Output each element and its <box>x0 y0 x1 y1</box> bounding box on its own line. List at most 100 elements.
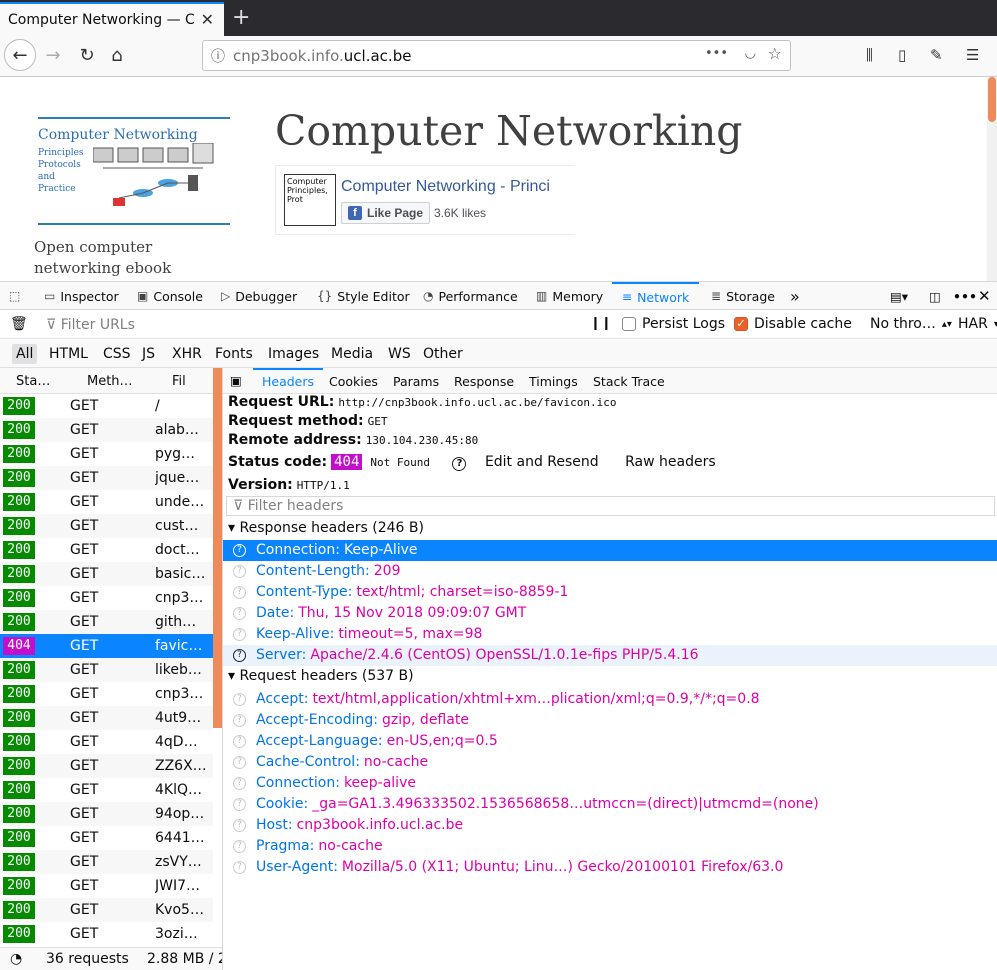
header-help-icon[interactable]: ? <box>233 735 246 748</box>
book-logo[interactable]: Computer Networking Principles Protocols a… <box>38 117 230 225</box>
type-filter-media[interactable]: Media <box>331 346 373 362</box>
tab-stack-trace[interactable]: Stack Trace <box>593 374 665 389</box>
header-row[interactable]: ? User-Agent: Mozilla/5.0 (X11; Ubuntu; Li… <box>223 857 997 878</box>
header-row[interactable]: ? Host: cnp3book.info.ucl.ac.be <box>223 815 997 836</box>
table-row[interactable]: 200 GET ZZ6X… <box>0 754 213 778</box>
header-row[interactable]: ? Accept: text/html,application/xhtml+xm…p… <box>223 689 997 710</box>
header-help-icon[interactable]: ? <box>233 819 246 832</box>
type-filter-js[interactable]: JS <box>142 346 155 362</box>
table-row[interactable]: 200 GET gith… <box>0 610 213 634</box>
more-tabs-icon[interactable]: » <box>790 282 800 310</box>
table-row[interactable]: 200 GET cnp3… <box>0 682 213 706</box>
toggle-sidebar-icon[interactable]: ▣ <box>230 373 242 388</box>
response-headers-section[interactable]: ▾ Response headers (246 B) <box>228 520 424 536</box>
table-row[interactable]: 200 GET unde… <box>0 490 213 514</box>
type-filter-ws[interactable]: WS <box>388 346 411 362</box>
header-help-icon[interactable]: ? <box>233 607 246 620</box>
pause-icon[interactable]: ❙❙ <box>590 316 612 331</box>
edit-resend-button[interactable]: Edit and Resend <box>485 454 599 470</box>
throttle-select[interactable]: No thro… ▴▾ <box>870 316 952 332</box>
library-icon[interactable]: ⫼ <box>866 46 873 64</box>
facebook-page-name[interactable]: Computer Networking - Princi <box>341 178 576 196</box>
table-row[interactable]: 200 GET 4qD… <box>0 730 213 754</box>
header-help-icon[interactable]: ? <box>233 840 246 853</box>
split-console-icon[interactable]: ◫ <box>929 282 941 310</box>
header-help-icon[interactable]: ? <box>233 649 246 662</box>
facebook-like-button[interactable]: f Like Page <box>341 202 431 224</box>
header-help-icon[interactable]: ? <box>233 628 246 641</box>
tab-style-editor[interactable]: {} Style Editor <box>317 282 410 310</box>
table-row[interactable]: 200 GET 4ut9… <box>0 706 213 730</box>
table-row[interactable]: 200 GET Kvo5… <box>0 898 213 922</box>
table-row[interactable]: 200 GET cust… <box>0 514 213 538</box>
header-help-icon[interactable]: ? <box>233 544 246 557</box>
dock-layout-icon[interactable]: ▤▾ <box>890 282 908 310</box>
panel-splitter[interactable] <box>213 368 222 947</box>
element-picker-icon[interactable]: ⬚ <box>9 282 20 310</box>
type-filter-all[interactable]: All <box>12 344 38 364</box>
header-row[interactable]: ? Cache-Control: no-cache <box>223 752 997 773</box>
new-tab-icon[interactable]: + <box>232 5 250 30</box>
menu-icon[interactable]: ☰ <box>966 46 979 64</box>
close-devtools-icon[interactable]: ✕ <box>978 282 991 310</box>
tab-storage[interactable]: ≣ Storage <box>711 282 775 310</box>
clear-trash-icon[interactable]: 🗑 <box>10 316 28 332</box>
back-button[interactable]: ← <box>4 39 36 71</box>
request-headers-section[interactable]: ▾ Request headers (537 B) <box>228 668 414 684</box>
tab-cookies[interactable]: Cookies <box>329 374 378 389</box>
header-help-icon[interactable]: ? <box>233 565 246 578</box>
header-row[interactable]: ? Content-Type: text/html; charset=iso-885… <box>223 582 997 603</box>
close-tab-icon[interactable]: ✕ <box>201 10 214 29</box>
table-row[interactable]: 404 GET favic… <box>0 634 213 658</box>
header-row[interactable]: ? Keep-Alive: timeout=5, max=98 <box>223 624 997 645</box>
header-help-icon[interactable]: ? <box>233 756 246 769</box>
table-row[interactable]: 200 GET basic… <box>0 562 213 586</box>
column-status[interactable]: Sta… <box>16 374 50 389</box>
header-help-icon[interactable]: ? <box>233 777 246 790</box>
column-method[interactable]: Meth… <box>87 374 133 389</box>
header-help-icon[interactable]: ? <box>233 586 246 599</box>
site-info-icon[interactable]: ⓘ <box>203 46 233 66</box>
url-bar[interactable]: ⓘ cnp3book.info.ucl.ac.be ••• ◡ ☆ <box>202 40 791 71</box>
tab-response[interactable]: Response <box>454 374 514 389</box>
sidebar-icon[interactable]: ▯ <box>898 46 906 64</box>
type-filter-images[interactable]: Images <box>268 346 319 362</box>
header-row[interactable]: ? Date: Thu, 15 Nov 2018 09:09:07 GMT <box>223 603 997 624</box>
filter-urls-input[interactable]: ⊽ Filter URLs <box>46 317 135 333</box>
table-row[interactable]: 200 GET zsVY… <box>0 850 213 874</box>
header-help-icon[interactable]: ? <box>233 714 246 727</box>
home-button[interactable]: ⌂ <box>102 40 132 70</box>
pocket-icon[interactable]: ◡ <box>745 46 756 61</box>
help-icon[interactable]: ? <box>452 457 467 471</box>
table-row[interactable]: 200 GET jque… <box>0 466 213 490</box>
column-file[interactable]: Fil <box>172 374 186 389</box>
tab-performance[interactable]: ◔ Performance <box>423 282 518 310</box>
tab-inspector[interactable]: ▭ Inspector <box>44 282 119 310</box>
table-row[interactable]: 200 GET alab… <box>0 418 213 442</box>
browser-tab[interactable]: Computer Networking — C ✕ <box>0 2 224 36</box>
bookmark-star-icon[interactable]: ☆ <box>768 44 782 63</box>
extension-icon[interactable]: ✎ <box>930 46 943 64</box>
page-actions-icon[interactable]: ••• <box>705 46 728 61</box>
table-row[interactable]: 200 GET / <box>0 394 213 418</box>
tab-debugger[interactable]: ▷ Debugger <box>221 282 297 310</box>
type-filter-fonts[interactable]: Fonts <box>215 346 253 362</box>
tab-memory[interactable]: ▥ Memory <box>536 282 603 310</box>
persist-logs-checkbox[interactable]: Persist Logs <box>622 316 725 332</box>
raw-headers-button[interactable]: Raw headers <box>625 454 716 470</box>
header-help-icon[interactable]: ? <box>233 693 246 706</box>
tab-console[interactable]: ▣ Console <box>137 282 203 310</box>
table-row[interactable]: 200 GET 4KlQ… <box>0 778 213 802</box>
table-row[interactable]: 200 GET 94op… <box>0 802 213 826</box>
page-scrollbar-thumb[interactable] <box>988 77 996 122</box>
header-row[interactable]: ? Content-Length: 209 <box>223 561 997 582</box>
header-help-icon[interactable]: ? <box>233 798 246 811</box>
disable-cache-checkbox[interactable]: ✓ Disable cache <box>734 316 852 332</box>
type-filter-css[interactable]: CSS <box>103 346 131 362</box>
table-row[interactable]: 200 GET likeb… <box>0 658 213 682</box>
header-row[interactable]: ? Pragma: no-cache <box>223 836 997 857</box>
type-filter-xhr[interactable]: XHR <box>172 346 202 362</box>
header-row[interactable]: ? Server: Apache/2.4.6 (CentOS) OpenSSL/1.… <box>223 645 997 666</box>
reload-button[interactable]: ↻ <box>72 40 102 70</box>
performance-analysis-icon[interactable]: ◔ <box>10 951 22 967</box>
